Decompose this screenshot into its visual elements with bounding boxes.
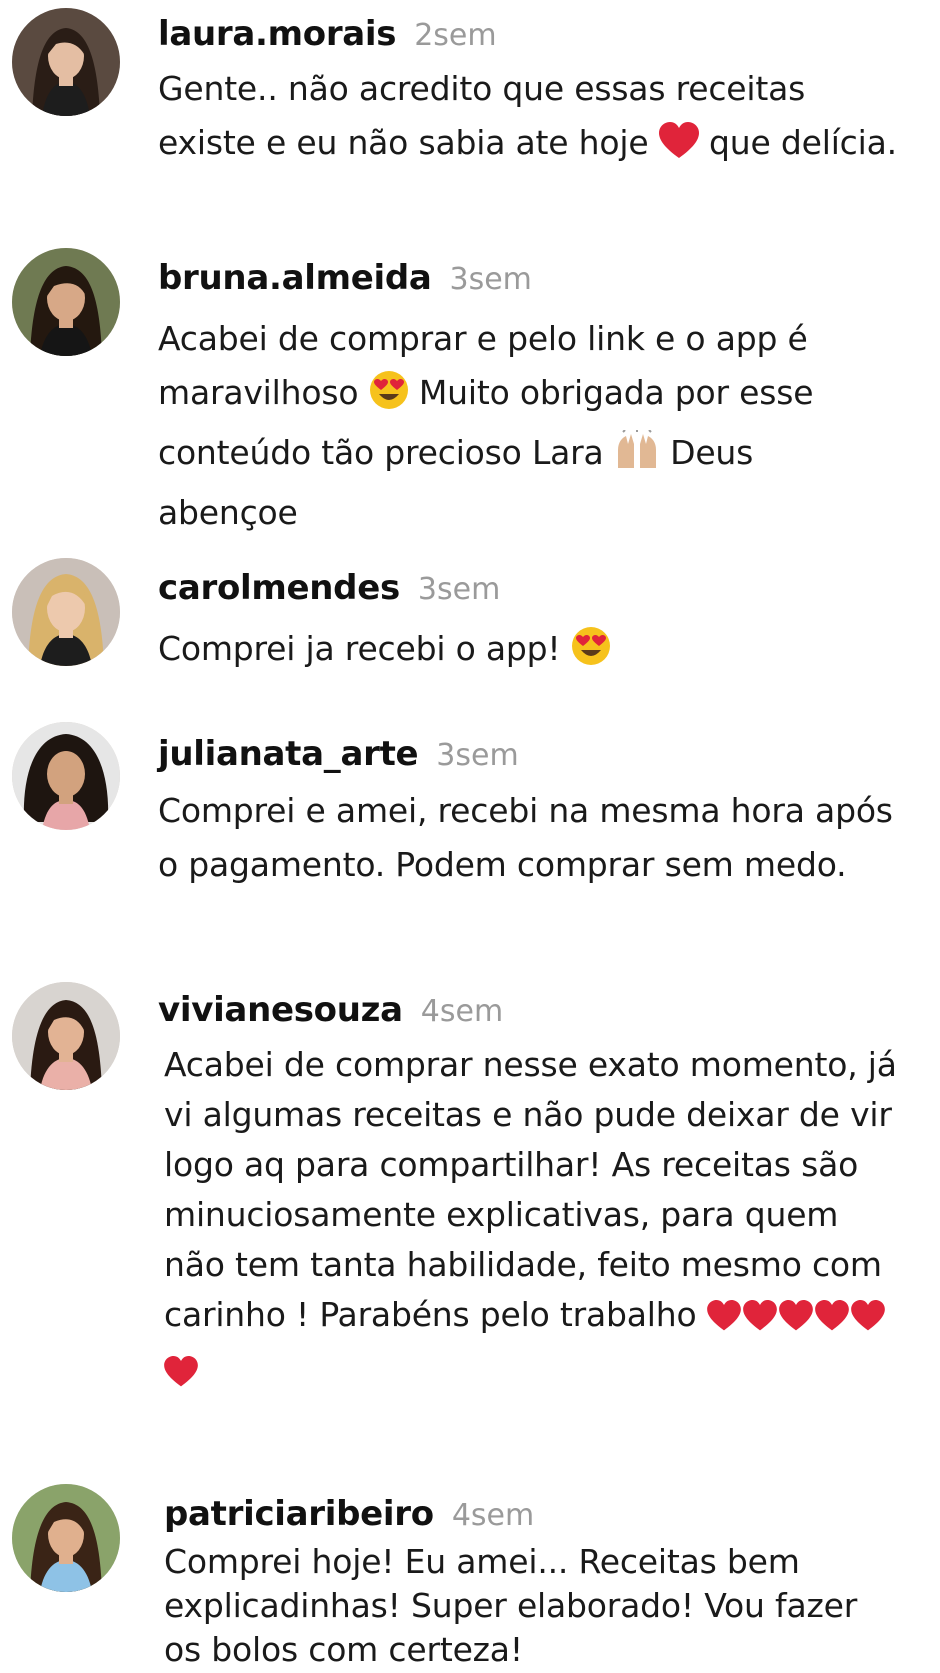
comment-header: carolmendes 3sem	[158, 568, 500, 608]
comment-header: bruna.almeida 3sem	[158, 258, 532, 298]
avatar[interactable]	[12, 8, 120, 116]
avatar-image	[12, 1484, 120, 1592]
comment-text: Comprei hoje! Eu amei... Receitas bem ex…	[164, 1542, 858, 1669]
avatar-image	[12, 8, 120, 116]
raised-hands-icon	[614, 429, 660, 486]
red-heart-icon	[742, 1296, 777, 1346]
timestamp: 3sem	[417, 572, 501, 607]
red-heart-icon	[850, 1296, 885, 1346]
timestamp: 2sem	[414, 18, 497, 53]
avatar[interactable]	[12, 982, 120, 1090]
avatar[interactable]	[12, 558, 120, 666]
red-heart-icon	[658, 122, 699, 176]
avatar-image	[12, 558, 120, 666]
username[interactable]: bruna.almeida	[158, 258, 432, 298]
timestamp: 3sem	[436, 738, 519, 773]
heart-eyes-icon	[571, 626, 611, 682]
username[interactable]: julianata_arte	[158, 734, 419, 774]
avatar[interactable]	[12, 722, 120, 830]
avatar[interactable]	[12, 1484, 120, 1592]
comment-header: julianata_arte 3sem	[158, 734, 519, 774]
avatar-image	[12, 248, 120, 356]
heart-eyes-icon	[369, 370, 409, 426]
red-heart-icon	[814, 1296, 849, 1346]
timestamp: 4sem	[420, 994, 504, 1029]
comment-text: Gente.. não acredito que essas receitas …	[158, 62, 898, 176]
username[interactable]: vivianesouza	[158, 990, 403, 1030]
red-heart-icon	[706, 1296, 741, 1346]
comment-header: patriciaribeiro 4sem	[164, 1494, 534, 1534]
username[interactable]: laura.morais	[158, 14, 397, 54]
comment-text: Comprei e amei, recebi na mesma hora apó…	[158, 791, 893, 884]
comment-header: vivianesouza 4sem	[158, 990, 503, 1030]
red-heart-icon	[778, 1296, 813, 1346]
avatar-image	[12, 722, 120, 830]
username[interactable]: carolmendes	[158, 568, 400, 608]
comment-text: Acabei de comprar e pelo link e o app é …	[158, 319, 814, 532]
comment-text: Comprei ja recebi o app!	[158, 622, 898, 682]
red-heart-icon	[164, 1352, 198, 1402]
comment-text: Acabei de comprar nesse exato momento, j…	[164, 1040, 904, 1402]
avatar[interactable]	[12, 248, 120, 356]
timestamp: 3sem	[449, 262, 532, 297]
timestamp: 4sem	[451, 1498, 535, 1533]
comment-header: laura.morais 2sem	[158, 14, 497, 54]
avatar-image	[12, 982, 120, 1090]
username[interactable]: patriciaribeiro	[164, 1494, 434, 1534]
